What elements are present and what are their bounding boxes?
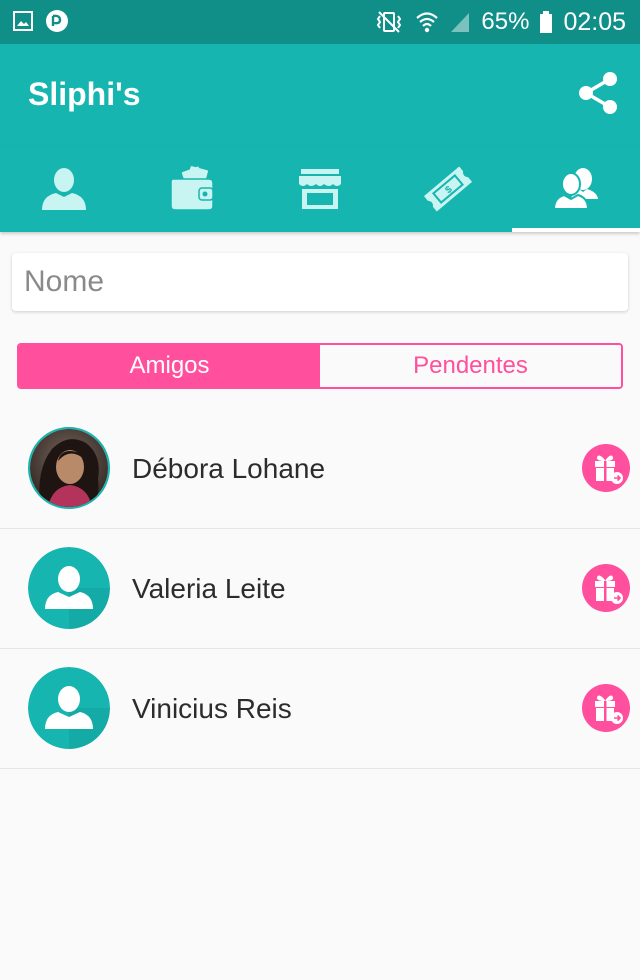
tab-tickets[interactable]: $ <box>384 146 512 232</box>
segment-amigos[interactable]: Amigos <box>19 345 320 387</box>
default-user-icon <box>28 667 110 749</box>
status-left-icons <box>12 8 70 34</box>
list-item[interactable]: Débora Lohane <box>0 409 640 529</box>
search-container <box>12 253 628 311</box>
wifi-icon <box>416 12 439 33</box>
friends-icon <box>552 168 598 210</box>
gallery-icon <box>13 11 33 31</box>
signal-icon <box>451 13 470 32</box>
segment-pendentes[interactable]: Pendentes <box>320 345 621 387</box>
ticket-icon: $ <box>423 166 473 212</box>
avatar <box>28 667 110 749</box>
app-notification-icon <box>46 10 68 32</box>
friend-name: Vinicius Reis <box>132 693 292 724</box>
friends-segment-control: Amigos Pendentes <box>17 343 623 389</box>
gift-icon[interactable] <box>582 564 630 612</box>
tab-profile[interactable] <box>0 146 128 232</box>
battery-percentage: 65% <box>481 8 530 35</box>
wallet-icon <box>170 166 214 211</box>
app-bar: Sliphi's <box>0 44 640 146</box>
page-title: Sliphi's <box>28 76 141 112</box>
tab-wallet[interactable] <box>128 146 256 232</box>
share-icon[interactable] <box>576 70 620 116</box>
avatar <box>28 547 110 629</box>
default-user-icon <box>28 547 110 629</box>
battery-icon <box>540 11 553 33</box>
friends-list: Débora Lohane Valeria Leite Vinicius Rei… <box>0 409 640 769</box>
list-item[interactable]: Vinicius Reis <box>0 649 640 769</box>
status-right: 65% 02:05 <box>373 0 626 44</box>
tab-friends[interactable] <box>512 146 640 232</box>
tab-bar: $ <box>0 146 640 232</box>
gift-icon[interactable] <box>582 444 630 492</box>
store-icon <box>299 169 341 209</box>
friend-name: Débora Lohane <box>132 453 326 484</box>
vibrate-icon <box>377 11 402 33</box>
avatar <box>28 427 110 509</box>
list-item[interactable]: Valeria Leite <box>0 529 640 649</box>
clock: 02:05 <box>563 7 626 36</box>
friend-name: Valeria Leite <box>132 573 286 604</box>
tab-store[interactable] <box>256 146 384 232</box>
profile-icon <box>42 168 86 210</box>
gift-icon[interactable] <box>582 684 630 732</box>
search-input[interactable] <box>12 253 628 311</box>
status-bar: 65% 02:05 <box>0 0 640 44</box>
